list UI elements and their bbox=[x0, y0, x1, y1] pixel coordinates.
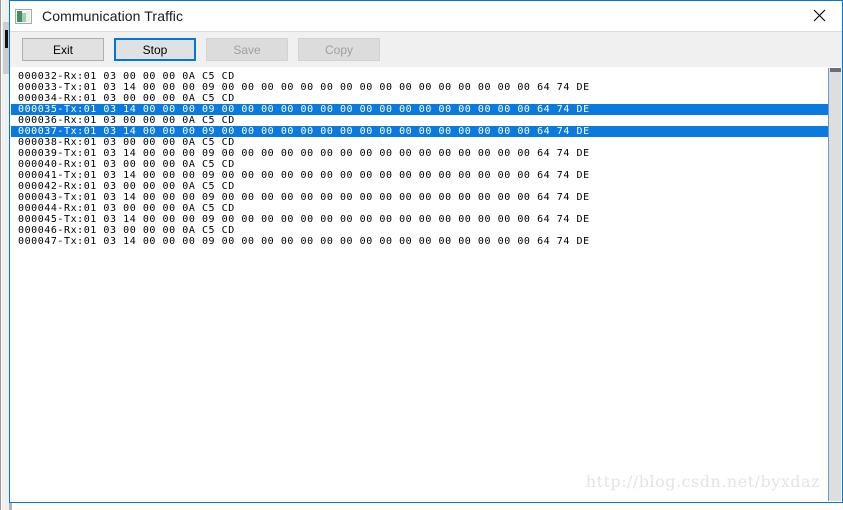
log-scrollbar-cap bbox=[830, 68, 841, 72]
log-line[interactable]: 000044-Rx:01 03 00 00 00 0A C5 CD bbox=[11, 203, 828, 214]
traffic-log-panel[interactable]: 000032-Rx:01 03 00 00 00 0A C5 CD 000033-… bbox=[11, 68, 828, 501]
log-line[interactable]: 000033-Tx:01 03 14 00 00 00 09 00 00 00 … bbox=[11, 82, 828, 93]
exit-button[interactable]: Exit bbox=[22, 38, 104, 61]
log-line[interactable]: 000032-Rx:01 03 00 00 00 0A C5 CD bbox=[11, 71, 828, 82]
log-line[interactable]: 000038-Rx:01 03 00 00 00 0A C5 CD bbox=[11, 137, 828, 148]
watermark-text: http://blog.csdn.net/byxdaz bbox=[585, 472, 820, 491]
traffic-log-list: 000032-Rx:01 03 00 00 00 0A C5 CD 000033-… bbox=[11, 71, 828, 247]
window-title: Communication Traffic bbox=[42, 8, 184, 24]
log-line[interactable]: 000042-Rx:01 03 00 00 00 0A C5 CD bbox=[11, 181, 828, 192]
save-button: Save bbox=[206, 38, 288, 61]
communication-traffic-dialog: Communication Traffic Exit Stop Save Cop… bbox=[9, 0, 843, 503]
log-line[interactable]: 000047-Tx:01 03 14 00 00 00 09 00 00 00 … bbox=[11, 236, 828, 247]
log-vertical-scrollbar[interactable] bbox=[828, 68, 841, 501]
toolbar: Exit Stop Save Copy bbox=[10, 31, 842, 67]
log-line[interactable]: 000041-Tx:01 03 14 00 00 00 09 00 00 00 … bbox=[11, 170, 828, 181]
app-window-icon bbox=[15, 8, 32, 24]
log-line[interactable]: 000037-Tx:01 03 14 00 00 00 09 00 00 00 … bbox=[11, 126, 828, 137]
window-bottom-shadow bbox=[9, 503, 843, 510]
log-line[interactable]: 000040-Rx:01 03 00 00 00 0A C5 CD bbox=[11, 159, 828, 170]
log-line[interactable]: 000034-Rx:01 03 00 00 00 0A C5 CD bbox=[11, 93, 828, 104]
log-line[interactable]: 000045-Tx:01 03 14 00 00 00 09 00 00 00 … bbox=[11, 214, 828, 225]
copy-button: Copy bbox=[298, 38, 380, 61]
log-line[interactable]: 000046-Rx:01 03 00 00 00 0A C5 CD bbox=[11, 225, 828, 236]
title-bar: Communication Traffic bbox=[10, 1, 842, 31]
log-line[interactable]: 000036-Rx:01 03 00 00 00 0A C5 CD bbox=[11, 115, 828, 126]
stop-button[interactable]: Stop bbox=[114, 38, 196, 61]
log-line[interactable]: 000039-Tx:01 03 14 00 00 00 09 00 00 00 … bbox=[11, 148, 828, 159]
close-icon[interactable] bbox=[797, 1, 842, 30]
log-line[interactable]: 000035-Tx:01 03 14 00 00 00 09 00 00 00 … bbox=[11, 104, 828, 115]
log-line[interactable]: 000043-Tx:01 03 14 00 00 00 09 00 00 00 … bbox=[11, 192, 828, 203]
